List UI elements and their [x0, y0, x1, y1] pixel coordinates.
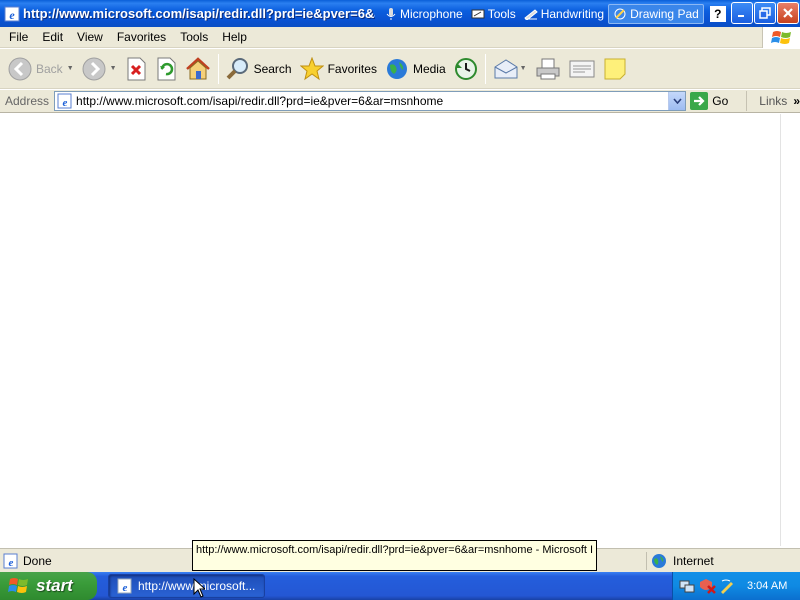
language-bar-tray-icon[interactable] [719, 578, 735, 594]
svg-text:e: e [123, 582, 128, 594]
menu-edit[interactable]: Edit [35, 28, 70, 47]
language-bar-help-button[interactable]: ? [709, 5, 726, 22]
svg-text:e: e [9, 557, 14, 569]
edit-button[interactable] [565, 52, 599, 86]
menu-file[interactable]: File [0, 28, 35, 47]
back-button[interactable]: Back ▼ [0, 52, 78, 86]
start-button[interactable]: start [0, 572, 97, 600]
security-alert-icon[interactable] [698, 578, 716, 594]
page-content[interactable] [2, 114, 780, 546]
note-icon [604, 58, 626, 79]
address-input[interactable] [76, 93, 677, 109]
minimize-button[interactable] [731, 2, 753, 24]
menu-view[interactable]: View [70, 28, 110, 47]
taskbar-tooltip: http://www.microsoft.com/isapi/redir.dll… [192, 540, 597, 571]
windows-logo-icon [762, 27, 800, 48]
go-button[interactable]: Go [690, 92, 742, 110]
microphone-icon [386, 7, 396, 20]
handwriting-button[interactable]: Handwriting [520, 4, 608, 24]
links-label: Links [759, 94, 788, 108]
forward-button[interactable]: ▼ [78, 52, 121, 86]
title-bar[interactable]: e http://www.microsoft.com/isapi/redir.d… [0, 0, 800, 27]
links-toolbar[interactable]: Links » [746, 91, 800, 111]
windows-flag-icon [8, 578, 28, 593]
vertical-scrollbar[interactable] [780, 114, 798, 546]
menu-favorites[interactable]: Favorites [110, 28, 173, 47]
microphone-button[interactable]: Microphone [381, 4, 467, 24]
language-bar: Microphone Tools Handwriting Drawing Pad… [381, 3, 741, 25]
media-button[interactable]: Media [381, 52, 450, 86]
refresh-button[interactable] [151, 52, 181, 86]
mouse-cursor-icon [193, 578, 205, 598]
address-field[interactable]: e [54, 91, 687, 111]
restore-button[interactable] [754, 2, 776, 24]
taskbar-item-ie[interactable]: e http://www.microsoft... [108, 574, 265, 598]
internet-globe-icon [652, 554, 666, 568]
home-icon [185, 56, 210, 79]
drawing-pad-button[interactable]: Drawing Pad [608, 3, 704, 24]
address-label: Address [5, 94, 50, 108]
ie-icon: e [117, 578, 132, 594]
media-globe-icon [386, 58, 407, 79]
tools-button[interactable]: Tools [467, 4, 520, 24]
go-arrow-icon [690, 92, 709, 110]
close-icon [783, 8, 793, 18]
ie-icon[interactable]: e [4, 6, 20, 22]
status-text: Done [23, 553, 52, 568]
mail-dropdown-icon[interactable]: ▼ [520, 65, 527, 72]
search-button[interactable]: Search [222, 52, 296, 86]
window-title: http://www.microsoft.com/isapi/redir.dll… [23, 6, 375, 21]
home-button[interactable] [181, 52, 215, 86]
stop-icon [127, 57, 146, 80]
edit-icon [569, 60, 595, 77]
search-icon [226, 57, 248, 79]
status-area: e Done [0, 553, 52, 569]
print-icon [536, 58, 560, 79]
svg-text:e: e [63, 97, 68, 109]
address-dropdown-button[interactable] [668, 92, 686, 110]
history-icon [454, 57, 477, 80]
history-button[interactable] [450, 52, 482, 86]
menu-bar: File Edit View Favorites Tools Help [0, 27, 800, 48]
menu-help[interactable]: Help [215, 28, 254, 47]
handwriting-icon [523, 8, 538, 20]
taskbar: start e http://www.microsoft... 3:04 AM [0, 572, 800, 600]
refresh-icon [157, 57, 176, 80]
chevron-down-icon [673, 98, 682, 104]
svg-text:e: e [9, 8, 15, 22]
toolbar-separator [217, 53, 219, 84]
links-chevron-icon[interactable]: » [793, 91, 800, 111]
tools-icon [471, 9, 485, 18]
mail-button[interactable]: ▼ [489, 52, 531, 86]
back-arrow-icon [8, 57, 32, 80]
start-label: start [36, 576, 73, 595]
toolbar-separator [484, 53, 486, 84]
zone-text: Internet [673, 554, 714, 568]
page-icon: e [57, 93, 72, 109]
menu-tools[interactable]: Tools [173, 28, 215, 47]
favorites-star-icon [299, 56, 324, 80]
minimize-icon [738, 15, 744, 17]
favorites-button[interactable]: Favorites [296, 52, 381, 86]
restore-icon [759, 7, 771, 19]
close-button[interactable] [777, 2, 799, 24]
page-done-icon: e [3, 553, 18, 569]
standard-toolbar: Back ▼ ▼ Search Favorites Media ▼ [0, 49, 800, 89]
drawing-pad-icon [614, 8, 626, 19]
forward-dropdown-icon[interactable]: ▼ [110, 65, 117, 72]
security-zone[interactable]: Internet [646, 552, 714, 570]
back-dropdown-icon[interactable]: ▼ [67, 65, 74, 72]
clock: 3:04 AM [747, 580, 788, 592]
messenger-note-button[interactable] [599, 52, 631, 86]
stop-button[interactable] [121, 52, 151, 86]
system-tray: 3:04 AM [672, 572, 800, 600]
network-icon[interactable] [679, 578, 695, 594]
print-button[interactable] [531, 52, 565, 86]
mail-icon [494, 58, 518, 78]
address-bar: Address e Go Links » [0, 90, 800, 113]
forward-arrow-icon [82, 57, 106, 80]
